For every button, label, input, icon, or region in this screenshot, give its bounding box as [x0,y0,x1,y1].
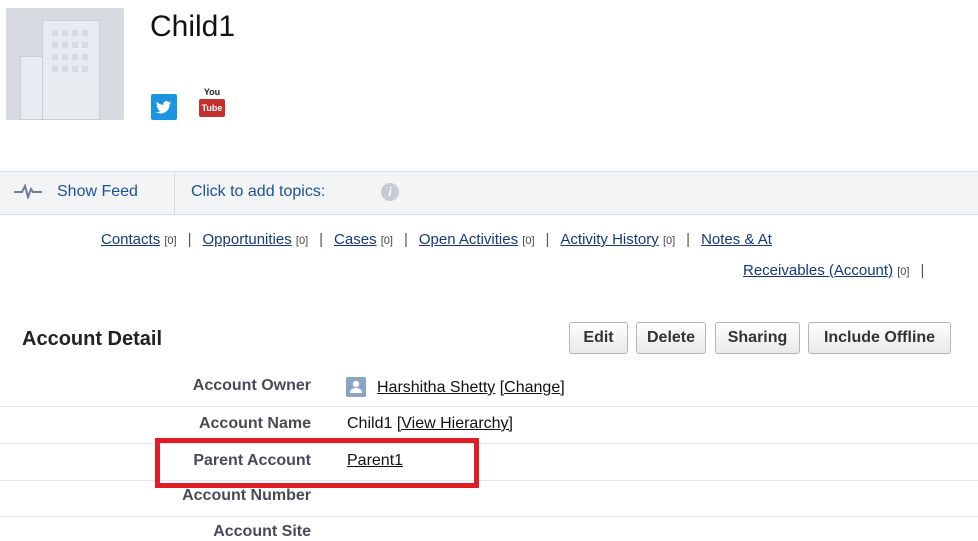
change-owner-link[interactable]: [Change] [500,379,565,396]
field-label-account-number: Account Number [182,487,311,504]
sharing-button[interactable]: Sharing [715,322,800,354]
field-label-account-name: Account Name [198,415,311,432]
divider [174,172,175,214]
youtube-icon[interactable]: You Tube [199,86,225,118]
related-link-receivables[interactable]: Receivables (Account) [0] [743,262,909,279]
add-topics-link[interactable]: Click to add topics: [191,183,325,201]
related-list-links: Contacts [0] | Opportunities [0] | Cases [0]… [101,231,772,248]
page-title: Child1 [150,10,236,43]
info-icon[interactable]: i [381,183,399,201]
feed-bar [0,171,978,215]
pulse-icon[interactable] [14,183,44,201]
related-list-links-row2: Receivables (Account) [0] | [743,262,925,279]
twitter-icon[interactable] [151,94,177,120]
owner-link[interactable]: Harshitha Shetty [377,379,495,396]
highlight-box [155,438,479,488]
user-avatar-icon [346,377,366,397]
related-link-activity-history[interactable]: Activity History [0] [560,231,675,248]
account-logo-placeholder [6,8,124,120]
row-divider [0,480,978,481]
related-link-notes-attachments[interactable]: Notes & At [701,231,772,248]
include-offline-button[interactable]: Include Offline [808,322,951,354]
delete-button[interactable]: Delete [636,322,706,354]
related-link-open-activities[interactable]: Open Activities [0] [419,231,535,248]
show-feed-link[interactable]: Show Feed [57,183,138,201]
field-value-account-owner: Harshitha Shetty [Change] [377,379,565,397]
view-hierarchy-link[interactable]: [View Hierarchy] [397,415,513,432]
edit-button[interactable]: Edit [569,322,628,354]
row-divider [0,443,978,444]
related-link-cases[interactable]: Cases [0] [334,231,393,248]
row-divider [0,516,978,517]
field-label-account-owner: Account Owner [192,377,311,394]
section-title: Account Detail [22,328,163,350]
field-value-account-name: Child1 [View Hierarchy] [347,415,513,432]
row-divider [0,406,978,407]
related-link-opportunities[interactable]: Opportunities [0] [203,231,309,248]
related-link-contacts[interactable]: Contacts [0] [101,231,177,248]
field-label-account-site: Account Site [213,523,311,540]
